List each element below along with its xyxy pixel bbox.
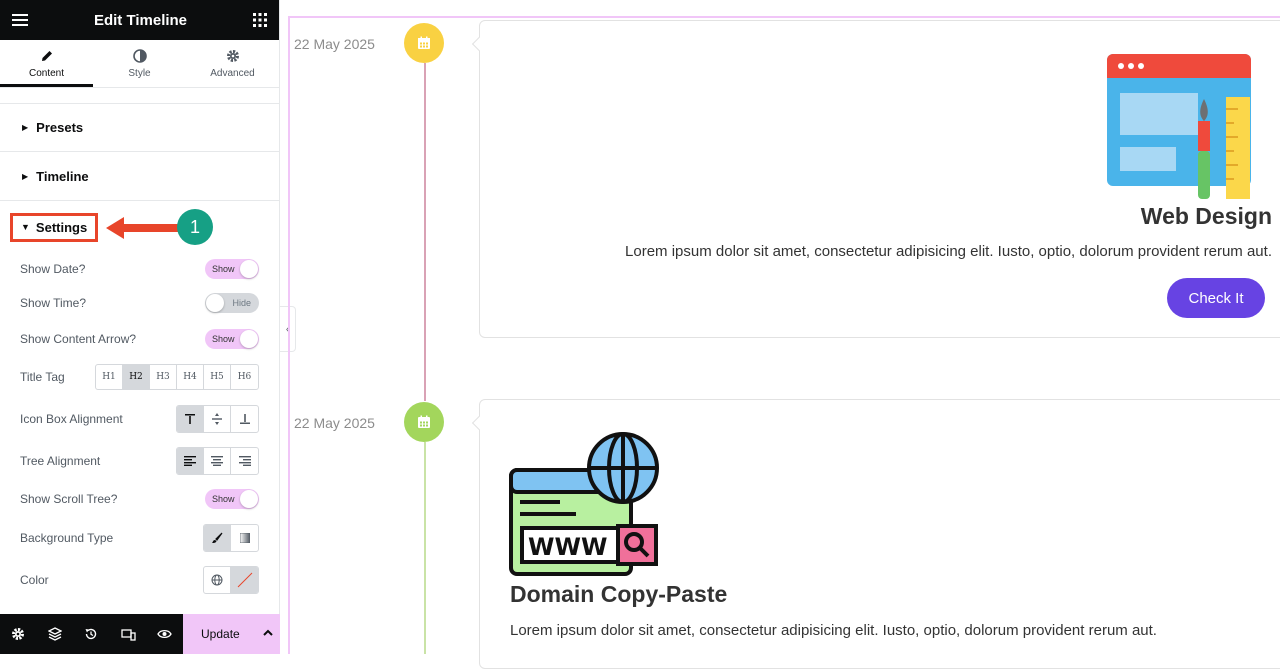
setting-background-type: Background Type — [0, 515, 279, 561]
setting-color: Color — [0, 561, 279, 599]
timeline-card-text: Lorem ipsum dolor sit amet, consectetur … — [510, 622, 1157, 639]
title-tag-h5[interactable]: H5 — [204, 365, 231, 389]
timeline-dot — [404, 23, 444, 63]
setting-show-content-arrow: Show Content Arrow? Show — [0, 322, 279, 355]
hamburger-menu-icon[interactable] — [12, 13, 28, 27]
editor-topbar: Edit Timeline — [0, 0, 279, 40]
timeline-connector-line — [424, 442, 426, 654]
section-settings-header: ▼ Settings 1 — [0, 201, 279, 253]
caret-right-icon: ▶ — [22, 123, 29, 132]
timeline-date: 22 May 2025 — [294, 36, 375, 52]
icon-box-alignment-selector — [176, 405, 259, 433]
tab-style[interactable]: Style — [93, 40, 186, 87]
widgets-grid-icon[interactable] — [252, 13, 267, 27]
setting-title-tag: Title Tag H1 H2 H3 H4 H5 H6 — [0, 355, 279, 399]
align-middle-icon[interactable] — [204, 406, 231, 432]
show-scroll-tree-toggle[interactable]: Show — [205, 489, 259, 509]
section-timeline[interactable]: ▶ Timeline — [0, 152, 279, 201]
show-content-arrow-toggle[interactable]: Show — [205, 328, 259, 349]
caret-right-icon: ▶ — [22, 171, 29, 181]
chevron-up-icon[interactable] — [262, 627, 274, 639]
web-design-illustration-icon — [1107, 54, 1251, 199]
calendar-icon — [418, 36, 430, 49]
global-colors-icon[interactable] — [204, 567, 231, 593]
setting-show-time: Show Time? Hide — [0, 284, 279, 322]
settings-gear-icon[interactable] — [0, 627, 37, 641]
timeline-card-title: Domain Copy-Paste — [510, 581, 728, 607]
caret-down-icon: ▼ — [21, 222, 30, 232]
align-top-icon[interactable] — [177, 406, 204, 432]
preview-eye-icon[interactable] — [146, 629, 183, 639]
align-right-icon[interactable] — [231, 448, 258, 474]
callout-arrow-icon — [106, 217, 178, 239]
timeline-card-text: Lorem ipsum dolor sit amet, consectetur … — [625, 243, 1272, 260]
editor-panel: Edit Timeline Content Style Advanced ▶ P… — [0, 0, 280, 654]
align-left-icon[interactable] — [177, 448, 204, 474]
callout-number-badge: 1 — [177, 209, 213, 245]
timeline-card: WWW Domain Copy-Paste Lorem ipsum dolor … — [471, 399, 1280, 669]
background-type-selector — [203, 524, 259, 552]
timeline-card-title: Web Design — [1140, 203, 1272, 229]
setting-icon-box-alignment: Icon Box Alignment — [0, 399, 279, 439]
history-icon[interactable] — [73, 627, 110, 641]
timeline-dot — [404, 402, 444, 442]
show-time-toggle[interactable]: Hide — [205, 293, 259, 313]
settings-panel: ▶ Presets ▶ Timeline ▼ Settings 1 Show D… — [0, 88, 279, 614]
gear-icon — [226, 49, 239, 62]
title-tag-h3[interactable]: H3 — [150, 365, 177, 389]
color-swatch-icon[interactable] — [231, 567, 258, 593]
calendar-icon — [418, 415, 430, 428]
title-tag-h6[interactable]: H6 — [231, 365, 258, 389]
svg-text:WWW: WWW — [528, 533, 607, 561]
timeline-card: Web Design Lorem ipsum dolor sit amet, c… — [471, 20, 1280, 338]
title-tag-selector: H1 H2 H3 H4 H5 H6 — [95, 364, 259, 390]
timeline-date: 22 May 2025 — [294, 415, 375, 431]
align-center-icon[interactable] — [204, 448, 231, 474]
gradient-icon[interactable] — [231, 525, 258, 551]
brush-icon[interactable] — [204, 525, 231, 551]
align-bottom-icon[interactable] — [231, 406, 258, 432]
check-it-button[interactable]: Check It — [1167, 278, 1265, 318]
title-tag-h1[interactable]: H1 — [96, 365, 123, 389]
responsive-mode-icon[interactable] — [110, 628, 147, 641]
editor-tabs: Content Style Advanced — [0, 40, 279, 88]
tab-advanced[interactable]: Advanced — [186, 40, 279, 87]
setting-show-scroll-tree: Show Scroll Tree? Show — [0, 483, 279, 515]
domain-browser-illustration-icon: WWW — [509, 432, 659, 576]
editor-title: Edit Timeline — [93, 11, 188, 29]
tree-alignment-selector — [176, 447, 259, 475]
layers-icon[interactable] — [37, 627, 74, 641]
pencil-icon — [41, 50, 52, 61]
section-settings[interactable]: ▼ Settings — [10, 212, 99, 242]
tab-content[interactable]: Content — [0, 40, 93, 87]
contrast-icon — [132, 48, 147, 63]
color-selector — [203, 566, 259, 594]
timeline-connector-line — [424, 63, 426, 401]
update-button[interactable]: Update — [183, 614, 280, 654]
editor-footer: Update — [0, 614, 280, 654]
title-tag-h4[interactable]: H4 — [177, 365, 204, 389]
show-date-toggle[interactable]: Show — [205, 258, 259, 279]
title-tag-h2[interactable]: H2 — [123, 365, 150, 389]
section-presets[interactable]: ▶ Presets — [0, 103, 279, 152]
setting-tree-alignment: Tree Alignment — [0, 439, 279, 483]
setting-show-date: Show Date? Show — [0, 253, 279, 284]
